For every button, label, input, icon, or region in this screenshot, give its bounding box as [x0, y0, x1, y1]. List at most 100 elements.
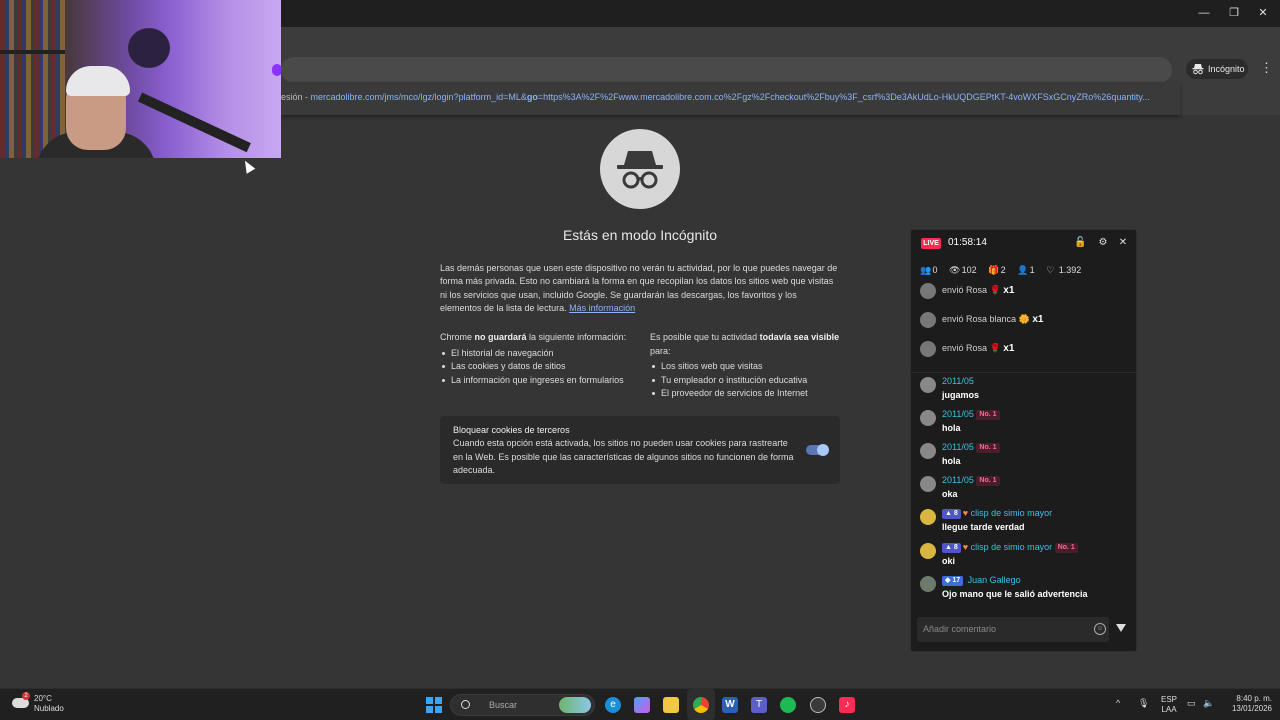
tiktok-live-icon[interactable]: ♪	[839, 697, 855, 713]
not-saved-lead: Chrome no guardará la siguiente informac…	[440, 331, 635, 345]
edge-icon[interactable]: e	[605, 697, 621, 713]
taskbar-search[interactable]: Buscar	[450, 694, 595, 716]
lock-icon[interactable]: 🔓	[1074, 237, 1086, 249]
still-visible-lead: Es posible que tu actividad todavía sea …	[650, 331, 845, 358]
list-item: Las cookies y datos de sitios	[440, 360, 635, 374]
chat-username[interactable]: clisp de simio mayor	[971, 508, 1053, 518]
lead-text: para:	[650, 345, 671, 356]
level-badge: ▲ 8	[942, 543, 961, 553]
volume-icon[interactable]: 🔈	[1203, 698, 1214, 709]
list-item: Tu empleador o institución educativa	[650, 374, 845, 388]
file-explorer-icon[interactable]	[663, 697, 679, 713]
avatar	[920, 509, 936, 525]
gift-text: envió Rosa	[942, 285, 988, 295]
avatar	[920, 377, 936, 393]
network-icon[interactable]: ▭	[1187, 698, 1196, 709]
lead-text: Chrome	[440, 332, 475, 342]
restore-button[interactable]: ❐	[1227, 5, 1241, 21]
rank-badge: No. 1	[976, 410, 1000, 420]
windows-start-icon[interactable]	[426, 697, 442, 713]
suggestion-url-bold: go	[526, 92, 538, 102]
suggestion-url-b: =https%3A%2F%2Fwww.mercadolibre.com.co%2…	[537, 92, 1150, 102]
stat-likes: ♡ 1.392	[1046, 265, 1081, 276]
chat-username[interactable]: 2011/05	[942, 442, 974, 452]
chat-username[interactable]: 2011/05	[942, 376, 974, 386]
tray-chevron-icon[interactable]: ^	[1116, 698, 1120, 708]
intro-text: Las demás personas que usen este disposi…	[440, 263, 838, 313]
spotify-icon[interactable]	[780, 697, 796, 713]
input-language[interactable]: ESP LAA	[1161, 695, 1177, 715]
chat-username[interactable]: clisp de simio mayor	[971, 542, 1053, 552]
suggestion-url-a: mercadolibre.com/jms/mco/lgz/login?platf…	[310, 92, 527, 102]
list-item: Los sitios web que visitas	[650, 360, 845, 374]
rank-badge: No. 1	[976, 476, 1000, 486]
shelf-divider	[0, 50, 65, 54]
rank-badge: No. 1	[976, 443, 1000, 453]
gift-icon: 🎁	[988, 265, 1000, 275]
minimize-button[interactable]: —	[1197, 5, 1211, 21]
weather-desc: Nublado	[34, 704, 64, 713]
teams-icon[interactable]: T	[751, 697, 767, 713]
gift-count: x1	[1003, 285, 1015, 296]
omnibox-suggestion[interactable]: esión - mercadolibre.com/jms/mco/lgz/log…	[281, 92, 1150, 102]
incognito-chip[interactable]: Incógnito	[1186, 59, 1248, 79]
emoji-icon[interactable]: ☺	[1094, 623, 1106, 635]
incognito-hat-glasses-icon	[617, 151, 663, 189]
live-badge: LIVE	[921, 238, 941, 249]
level-value: 17	[952, 577, 961, 584]
close-window-button[interactable]: ✕	[1256, 5, 1270, 21]
copilot-icon[interactable]	[634, 697, 650, 713]
third-party-cookies-card: Bloquear cookies de terceros Cuando esta…	[440, 416, 840, 484]
live-stats: 👥 0 👁 102 🎁 2 👤 1 ♡ 1.392	[920, 265, 1090, 276]
comment-input[interactable]: Añadir comentario	[917, 617, 1109, 642]
chat-username[interactable]: 2011/05	[942, 409, 974, 419]
list-item: El proveedor de servicios de Internet	[650, 387, 845, 401]
learn-more-link[interactable]: Más información	[569, 303, 635, 313]
white-rose-icon: 🌼	[1018, 314, 1030, 324]
chat-username[interactable]: 2011/05	[942, 475, 974, 485]
stat-value: 102	[961, 265, 977, 275]
weather-temp: 20°C	[34, 694, 52, 703]
chrome-menu-button[interactable]: ⋮	[1260, 60, 1273, 78]
settings-icon[interactable]: ⚙	[1097, 237, 1109, 249]
chat-text: hola	[942, 456, 961, 466]
cookies-description: Cuando esta opción está activada, los si…	[453, 438, 794, 475]
avatar	[920, 576, 936, 592]
address-bar[interactable]	[281, 57, 1172, 83]
chat-username-line: 2011/05 No. 1	[942, 475, 1002, 486]
word-icon[interactable]: W	[722, 697, 738, 713]
avatar	[920, 476, 936, 492]
stat-value: 0	[932, 265, 938, 275]
suggestion-title: esión -	[281, 92, 311, 102]
search-icon	[461, 700, 470, 709]
chrome-icon[interactable]	[693, 697, 709, 713]
chat-text: oki	[942, 556, 956, 566]
lang-top: ESP	[1161, 695, 1178, 704]
page-title: Estás en modo Incógnito	[562, 227, 718, 243]
close-panel-icon[interactable]: ✕	[1117, 237, 1129, 249]
lead-text: la siguiente información:	[526, 332, 627, 342]
stat-value: 1.392	[1058, 265, 1082, 275]
system-clock[interactable]: 8:40 p. m. 13/01/2026	[1222, 694, 1272, 714]
stat-follows: 👤 1	[1017, 265, 1035, 276]
divider	[911, 372, 1136, 373]
stat-gifts: 🎁 2	[988, 265, 1006, 276]
incognito-icon	[1192, 64, 1204, 75]
list-item: El historial de navegación	[440, 347, 635, 361]
chat-text: oka	[942, 489, 958, 499]
lead-text: Es posible que tu actividad	[650, 332, 760, 342]
heart-badge-icon: ♥	[962, 542, 969, 552]
intro-paragraph: Las demás personas que usen este disposi…	[440, 262, 840, 315]
gift-text: envió Rosa	[942, 343, 988, 353]
stat-value: 1	[1029, 265, 1035, 275]
chat-username[interactable]: Juan Gallego	[968, 575, 1021, 585]
avatar	[920, 443, 936, 459]
users-icon: 👥	[920, 265, 932, 275]
omnibox-dropdown: esión - mercadolibre.com/jms/mco/lgz/log…	[281, 82, 1180, 115]
microphone-icon[interactable]: 🎙	[1138, 698, 1149, 709]
block-cookies-toggle[interactable]	[806, 444, 829, 456]
filter-icon[interactable]	[1116, 624, 1126, 632]
steam-icon[interactable]	[810, 697, 826, 713]
microphone-arm	[137, 92, 251, 153]
still-visible-list: Los sitios web que visitas Tu empleador …	[650, 360, 845, 401]
